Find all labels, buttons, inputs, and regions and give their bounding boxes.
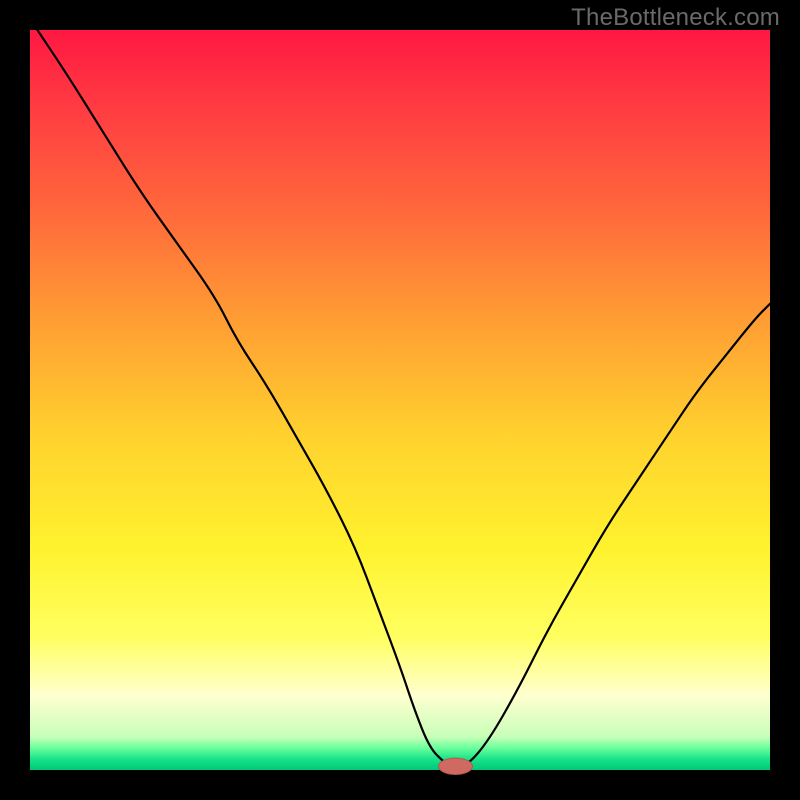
optimal-marker bbox=[438, 758, 472, 774]
watermark-text: TheBottleneck.com bbox=[571, 4, 780, 32]
plot-background bbox=[30, 30, 770, 770]
bottleneck-chart bbox=[0, 0, 800, 800]
chart-frame: TheBottleneck.com bbox=[0, 0, 800, 800]
